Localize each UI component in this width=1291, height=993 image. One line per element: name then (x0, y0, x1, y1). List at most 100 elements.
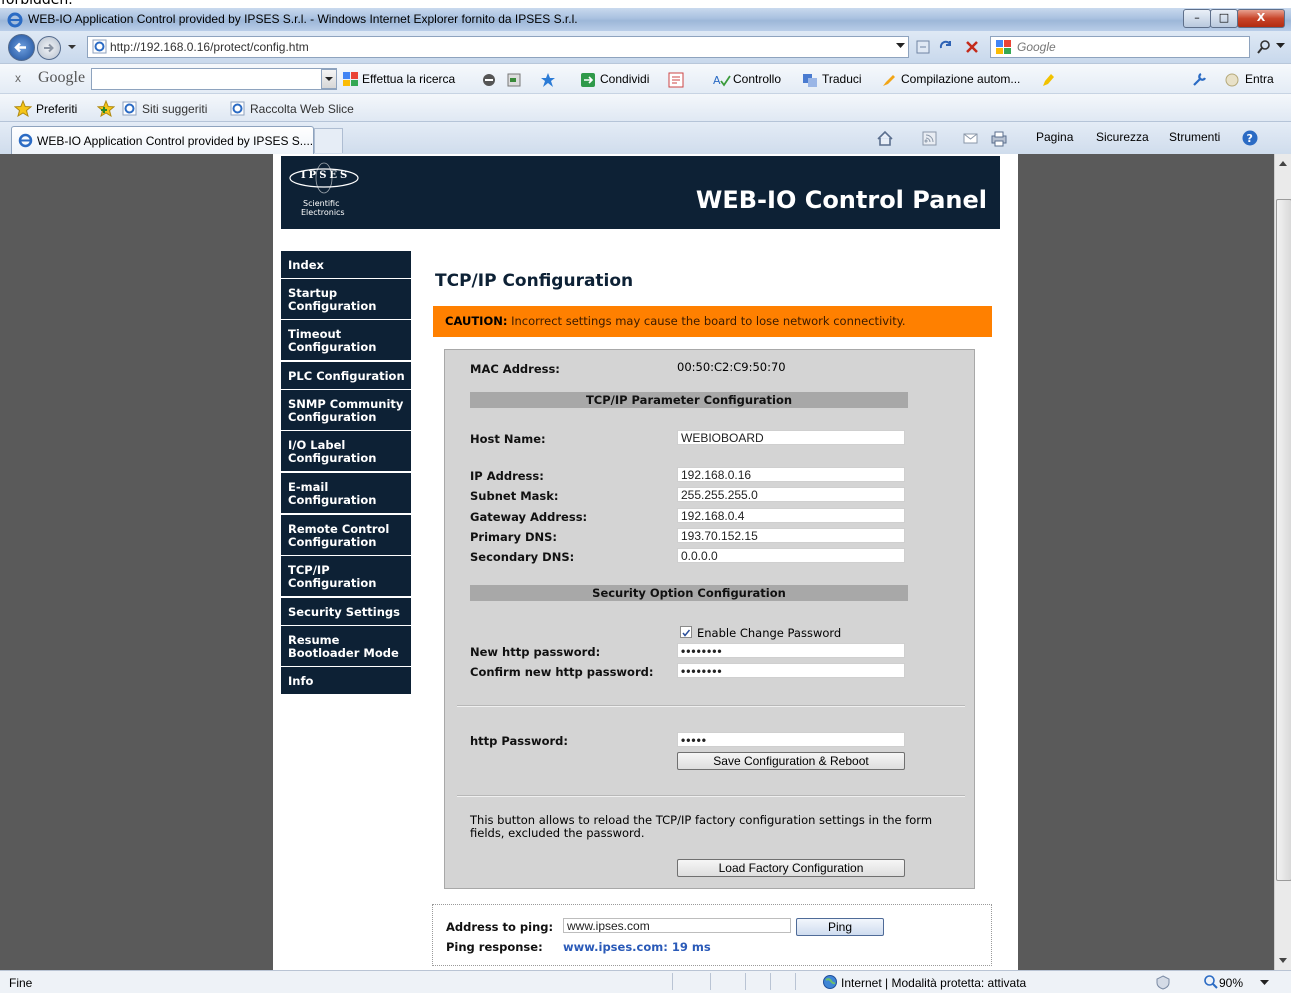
logo-subtitle-1: Scientific (303, 199, 340, 208)
wrench-icon[interactable] (1191, 72, 1207, 88)
new-password-input[interactable]: •••••••• (677, 643, 905, 658)
share-button[interactable]: Condividi (600, 72, 649, 86)
autofill-icon[interactable] (881, 72, 897, 88)
webslice-gallery-icon (230, 101, 245, 116)
tools-menu[interactable]: Strumenti (1169, 130, 1220, 144)
protected-mode-icon[interactable] (1155, 974, 1171, 990)
sidebar-item[interactable]: E-mail Configuration (281, 473, 411, 513)
sidebar-item-label: Configuration (288, 299, 377, 313)
confirm-password-input[interactable]: •••••••• (677, 663, 905, 678)
sidebar-item-label: Configuration (288, 340, 377, 354)
sidebar-item[interactable]: Security Settings (281, 598, 411, 625)
sidebar-item[interactable]: Info (281, 667, 411, 694)
signin-icon (1225, 73, 1239, 87)
favorites-button[interactable]: Preferiti (36, 102, 77, 116)
primary-dns-input[interactable]: 193.70.152.15 (677, 528, 905, 543)
ip-address-input[interactable]: 192.168.0.16 (677, 467, 905, 482)
close-window-button[interactable]: X (1237, 9, 1285, 28)
spellcheck-icon[interactable]: A (713, 72, 731, 88)
clipped-page-text: forbidden. (1, 0, 73, 8)
feeds-icon[interactable] (922, 131, 938, 146)
primary-dns-label: Primary DNS: (470, 530, 558, 544)
gateway-input[interactable]: 192.168.0.4 (677, 508, 905, 523)
address-dropdown-icon[interactable] (896, 43, 905, 50)
save-reboot-button[interactable]: Save Configuration & Reboot (677, 752, 905, 770)
ping-button[interactable]: Ping (796, 918, 884, 936)
sidebar-item[interactable]: Remote Control Configuration (281, 515, 411, 555)
new-tab-button[interactable] (314, 128, 343, 153)
banner-title: WEB-IO Control Panel (695, 186, 987, 214)
ping-response-value: www.ipses.com: 19 ms (563, 940, 711, 954)
address-url[interactable]: http://192.168.0.16/protect/config.htm (110, 40, 309, 54)
favorites-bar: Preferiti Siti suggeriti Raccolta Web Sl… (0, 93, 1291, 122)
signin-button[interactable]: Entra (1245, 72, 1274, 86)
subnet-mask-input[interactable]: 255.255.255.0 (677, 487, 905, 502)
share-icon[interactable] (580, 72, 596, 88)
scroll-up-icon[interactable] (1279, 160, 1287, 166)
page-menu[interactable]: Pagina (1036, 130, 1073, 144)
history-dropdown-icon[interactable] (66, 42, 78, 52)
webslice-gallery-link[interactable]: Raccolta Web Slice (250, 102, 354, 116)
enable-change-password-checkbox[interactable] (680, 626, 692, 638)
translate-icon[interactable] (802, 72, 818, 88)
google-search-button[interactable]: Effettua la ricerca (362, 72, 455, 86)
ping-address-input[interactable]: www.ipses.com (563, 918, 791, 933)
spellcheck-button[interactable]: Controllo (733, 72, 781, 86)
sidebar-item[interactable]: Startup Configuration (281, 279, 411, 319)
autofill-button[interactable]: Compilazione autom... (901, 72, 1020, 86)
sidebar-item-label: Configuration (288, 576, 377, 590)
suggested-sites-link[interactable]: Siti suggeriti (142, 102, 207, 116)
scroll-down-icon[interactable] (1279, 958, 1287, 964)
google-search-input[interactable] (91, 68, 337, 90)
tab-active[interactable]: WEB-IO Application Control provided by I… (11, 126, 314, 154)
add-favorite-icon[interactable] (97, 100, 115, 117)
sidebar-item[interactable]: Index (281, 251, 411, 278)
sidebar-item[interactable]: SNMP Community Configuration (281, 390, 411, 430)
enable-change-password-label: Enable Change Password (697, 626, 842, 640)
highlight-pen-icon[interactable] (1040, 72, 1056, 88)
host-name-input[interactable]: WEBIOBOARD (677, 430, 905, 445)
back-button[interactable] (8, 34, 35, 61)
sidebar-item[interactable]: Resume Bootloader Mode (281, 626, 411, 666)
bookmarks-icon[interactable] (540, 72, 556, 88)
zoom-dropdown-icon[interactable] (1260, 980, 1269, 986)
translate-button[interactable]: Traduci (822, 72, 862, 86)
sidebar-item[interactable]: Timeout Configuration (281, 320, 411, 360)
read-mail-icon[interactable] (963, 131, 979, 146)
zoom-icon[interactable] (1203, 974, 1219, 990)
sidebar-item[interactable]: TCP/IP Configuration (281, 556, 411, 596)
sidewiki-icon[interactable] (668, 72, 684, 88)
security-zone-text[interactable]: Internet | Modalità protetta: attivata (841, 976, 1026, 990)
google-toolbar-close[interactable]: x (15, 71, 21, 85)
compatibility-icon[interactable] (915, 39, 931, 55)
minimize-button[interactable]: – (1183, 9, 1211, 28)
print-icon[interactable] (990, 130, 1008, 147)
sidebar-item[interactable]: I/O Label Configuration (281, 431, 411, 471)
sidebar-item-label: PLC Configuration (288, 369, 405, 383)
refresh-icon[interactable] (938, 39, 954, 55)
status-divider (795, 973, 796, 990)
popup-blocker-icon[interactable] (481, 72, 497, 88)
address-bar[interactable]: http://192.168.0.16/protect/config.htm (87, 36, 909, 58)
help-icon[interactable]: ? (1241, 129, 1259, 147)
search-icon[interactable] (1256, 39, 1272, 55)
page-rank-icon[interactable] (506, 72, 522, 88)
stop-icon[interactable] (964, 39, 980, 55)
sidebar-item[interactable]: PLC Configuration (281, 362, 411, 389)
tab-ie-icon (18, 133, 33, 148)
search-box[interactable]: Google (990, 36, 1250, 58)
forward-button[interactable] (37, 36, 61, 60)
home-icon[interactable] (876, 130, 894, 147)
secondary-dns-input[interactable]: 0.0.0.0 (677, 548, 905, 563)
vertical-scrollbar[interactable] (1274, 154, 1291, 970)
http-password-input[interactable]: ••••• (677, 732, 905, 747)
sidebar-item-label: Configuration (288, 410, 377, 424)
maximize-button[interactable]: □ (1210, 9, 1238, 28)
zoom-level[interactable]: 90% (1219, 976, 1243, 990)
confirm-password-label: Confirm new http password: (470, 665, 654, 679)
scrollbar-thumb[interactable] (1276, 199, 1291, 881)
search-dropdown-icon[interactable] (1276, 43, 1285, 50)
load-factory-button[interactable]: Load Factory Configuration (677, 859, 905, 877)
safety-menu[interactable]: Sicurezza (1096, 130, 1149, 144)
google-search-dropdown[interactable] (321, 69, 337, 89)
